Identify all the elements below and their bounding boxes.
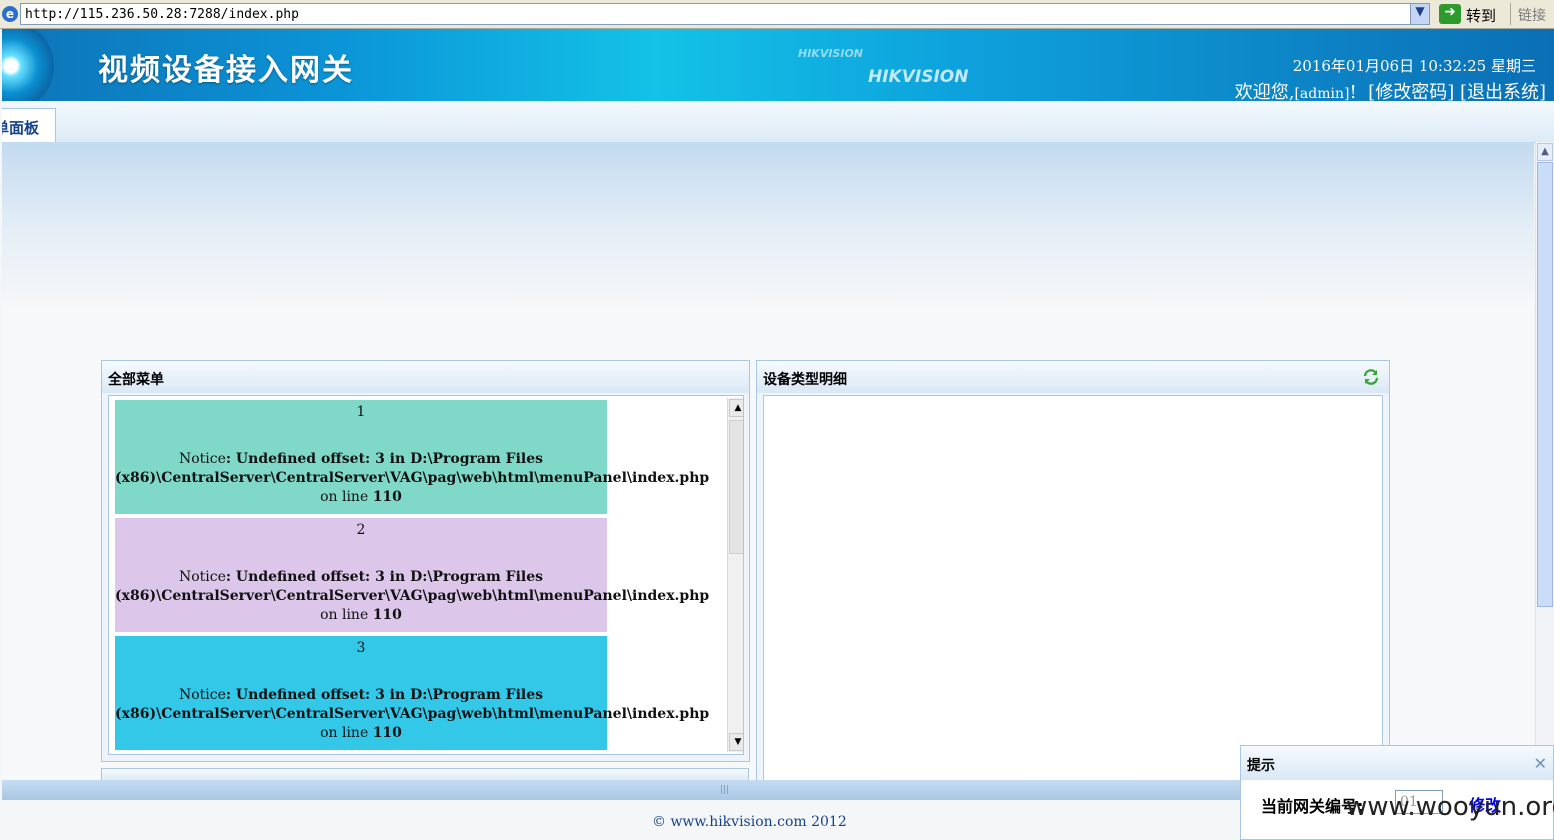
notice-message: : Undefined offset: 3 in — [225, 687, 411, 703]
address-bar: e http://115.236.50.28:7288/index.php ▼ … — [0, 0, 1554, 29]
notice-message: : Undefined offset: 3 in — [225, 451, 411, 467]
notice-line-number: 110 — [372, 607, 402, 623]
scroll-thumb[interactable] — [1537, 162, 1553, 607]
welcome-suffix: ! — [1349, 82, 1357, 101]
splitter-grip-icon[interactable]: ||| — [720, 785, 729, 795]
php-notice: Notice: Undefined offset: 3 in D:\Progra… — [115, 450, 709, 507]
menu-item-number: 2 — [356, 522, 366, 538]
go-arrow-icon[interactable]: ➜ — [1439, 4, 1461, 24]
welcome-text: 欢迎您, — [1234, 82, 1295, 101]
brand-watermark-small: HIKVISION — [798, 47, 864, 60]
device-type-panel-body — [763, 395, 1383, 791]
camera-lens-logo — [2, 29, 54, 101]
menu-panel-title: 全部菜单 — [108, 372, 164, 388]
notice-prefix: Notice — [178, 569, 226, 585]
menu-item-number: 1 — [356, 404, 366, 420]
links-button[interactable]: 链接 — [1518, 5, 1546, 25]
user-bar: 欢迎您,[admin]! [修改密码] [退出系统] — [1235, 78, 1546, 101]
url-text: http://115.236.50.28:7288/index.php — [25, 7, 299, 22]
toolbar-divider — [1510, 3, 1511, 25]
menu-list: 1 Notice: Undefined offset: 3 in D:\Progr… — [115, 400, 709, 754]
tip-title: 提示 — [1247, 758, 1275, 774]
app-title: 视频设备接入网关 — [98, 53, 354, 88]
url-dropdown-button[interactable]: ▼ — [1410, 3, 1430, 25]
change-password-link[interactable]: [修改密码] — [1368, 82, 1454, 101]
php-notice: Notice: Undefined offset: 3 in D:\Progra… — [115, 686, 709, 743]
copyright-text: © www.hikvision.com 2012 — [652, 814, 847, 830]
notice-line-text: on line — [320, 607, 373, 623]
menu-scroll-thumb[interactable] — [729, 420, 743, 554]
watermark-text: www.wooyun.org — [1346, 792, 1554, 822]
notice-line-text: on line — [320, 489, 373, 505]
device-type-panel-title: 设备类型明细 — [763, 372, 847, 388]
go-button[interactable]: 转到 — [1466, 5, 1496, 26]
ie-page-icon: e — [2, 6, 18, 22]
notice-line-text: on line — [320, 725, 373, 741]
menu-panel: 全部菜单 1 Notice: Undefined offset: 3 in D:\… — [101, 360, 750, 762]
menu-list-item[interactable]: 3 Notice: Undefined offset: 3 in D:\Progr… — [115, 636, 709, 750]
username: [admin] — [1294, 86, 1350, 101]
menu-list-item[interactable]: 1 Notice: Undefined offset: 3 in D:\Progr… — [115, 400, 709, 514]
device-type-panel-header: 设备类型明细 — [757, 361, 1389, 393]
menu-list-item[interactable]: 2 Notice: Undefined offset: 3 in D:\Progr… — [115, 518, 709, 632]
current-datetime: 2016年01月06日 10:32:25 星期三 — [1292, 57, 1536, 75]
scroll-down-arrow-icon[interactable]: ▼ — [729, 733, 743, 751]
tab-strip: 单面板 — [2, 104, 1554, 143]
scroll-up-icon[interactable]: ▲ — [1537, 143, 1553, 161]
menu-item-number: 3 — [356, 640, 366, 656]
menu-panel-body: 1 Notice: Undefined offset: 3 in D:\Progr… — [108, 395, 744, 755]
menu-panel-header: 全部菜单 — [102, 361, 749, 393]
tip-header: 提示 ✕ — [1241, 746, 1553, 780]
notice-line-number: 110 — [372, 489, 402, 505]
refresh-icon[interactable] — [1361, 367, 1381, 387]
tab-dashboard-label: 单面板 — [2, 119, 40, 137]
logout-link[interactable]: [退出系统] — [1460, 82, 1546, 101]
url-input[interactable]: http://115.236.50.28:7288/index.php — [20, 3, 1430, 25]
tab-dashboard[interactable]: 单面板 — [2, 108, 56, 142]
app-header: 视频设备接入网关 HIKVISION HIKVISION 2016年01月06日… — [2, 29, 1554, 101]
scroll-up-arrow-icon[interactable]: ▲ — [729, 399, 743, 417]
notice-line-number: 110 — [372, 725, 402, 741]
device-type-panel: 设备类型明细 — [756, 360, 1390, 791]
brand-logo: HIKVISION — [868, 67, 969, 87]
php-notice: Notice: Undefined offset: 3 in D:\Progra… — [115, 568, 709, 625]
menu-scrollbar[interactable]: ▲ ▼ — [727, 398, 743, 752]
page-scrollbar[interactable]: ▲ — [1535, 142, 1554, 780]
notice-prefix: Notice — [178, 687, 226, 703]
notice-prefix: Notice — [178, 451, 226, 467]
notice-message: : Undefined offset: 3 in — [225, 569, 411, 585]
close-icon[interactable]: ✕ — [1534, 754, 1547, 773]
